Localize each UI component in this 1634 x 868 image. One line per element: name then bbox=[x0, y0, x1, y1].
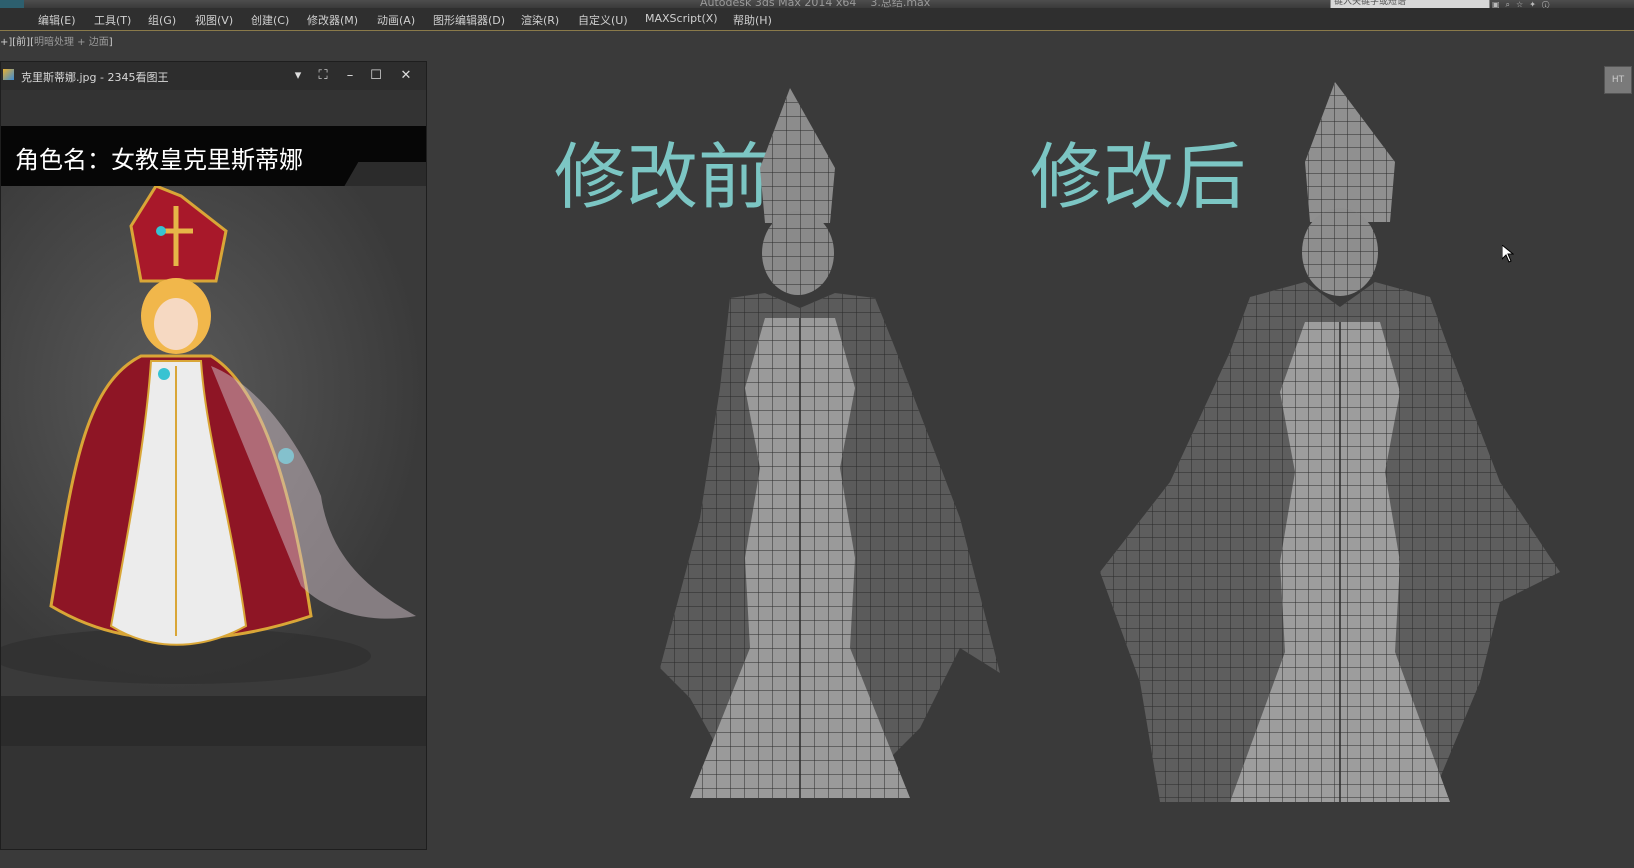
viewcube[interactable]: HT bbox=[1604, 66, 1632, 94]
dropdown-icon[interactable]: ▾ bbox=[288, 66, 308, 86]
menu-customize[interactable]: 自定义(U) bbox=[578, 12, 628, 28]
viewer-title: 克里斯蒂娜.jpg - 2345看图王 bbox=[21, 71, 169, 84]
viewport-label[interactable]: +][前][明暗处理 + 边面] bbox=[0, 33, 113, 48]
character-name: 角色名：女教皇克里斯蒂娜 bbox=[15, 146, 303, 174]
toolbar-icons[interactable]: ▣⌕☆✦ⓘ bbox=[1492, 0, 1555, 8]
menu-maxscript[interactable]: MAXScript(X) bbox=[645, 12, 718, 25]
menu-group[interactable]: 组(G) bbox=[148, 12, 176, 28]
menu-edit[interactable]: 编辑(E) bbox=[38, 12, 76, 28]
image-canvas: 角色名：女教皇克里斯蒂娜 bbox=[1, 126, 426, 746]
viewer-app-icon bbox=[3, 69, 14, 80]
search-input[interactable]: 键入关键字或短语 bbox=[1330, 0, 1490, 8]
menu-help[interactable]: 帮助(H) bbox=[733, 12, 772, 28]
menu-views[interactable]: 视图(V) bbox=[195, 12, 233, 28]
app-logo-icon[interactable] bbox=[0, 0, 24, 8]
menu-animation[interactable]: 动画(A) bbox=[377, 12, 415, 28]
menu-graph-editors[interactable]: 图形编辑器(D) bbox=[433, 12, 505, 28]
menu-tools[interactable]: 工具(T) bbox=[94, 12, 131, 28]
menu-bar: 编辑(E) 工具(T) 组(G) 视图(V) 创建(C) 修改器(M) 动画(A… bbox=[0, 8, 1634, 31]
menu-modifiers[interactable]: 修改器(M) bbox=[307, 12, 358, 28]
mouse-cursor-icon bbox=[1502, 245, 1514, 263]
menu-rendering[interactable]: 渲染(R) bbox=[521, 12, 559, 28]
fullscreen-icon[interactable]: ⛶ bbox=[313, 66, 333, 86]
image-viewer-window[interactable]: 克里斯蒂娜.jpg - 2345看图王 ▾ ⛶ – ☐ ✕ 角色名：女教皇克里斯… bbox=[0, 61, 427, 850]
viewer-title-bar[interactable]: 克里斯蒂娜.jpg - 2345看图王 ▾ ⛶ – ☐ ✕ bbox=[1, 62, 426, 90]
title-bar: Autodesk 3ds Max 2014 x64 3.总结.max 键入关键字… bbox=[0, 0, 1634, 8]
character-artwork bbox=[1, 184, 426, 696]
name-banner: 角色名：女教皇克里斯蒂娜 bbox=[1, 126, 426, 192]
window-title: Autodesk 3ds Max 2014 x64 3.总结.max bbox=[700, 0, 931, 8]
maximize-button[interactable]: ☐ bbox=[366, 66, 386, 86]
menu-create[interactable]: 创建(C) bbox=[251, 12, 289, 28]
minimize-button[interactable]: – bbox=[340, 66, 360, 86]
close-button[interactable]: ✕ bbox=[396, 66, 416, 86]
